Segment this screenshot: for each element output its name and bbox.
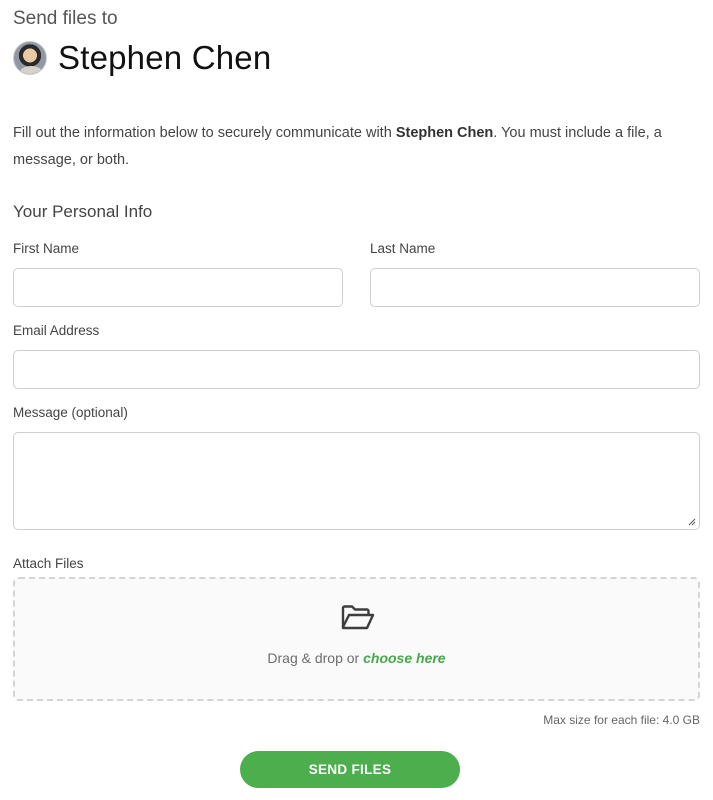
intro-text-start: Fill out the information below to secure… (13, 125, 396, 141)
folder-open-icon (341, 605, 375, 630)
email-label: Email Address (13, 323, 100, 338)
attach-files-label: Attach Files (13, 556, 84, 571)
last-name-field[interactable] (370, 268, 700, 307)
first-name-field[interactable] (13, 268, 343, 307)
first-name-label: First Name (13, 241, 80, 256)
resize-grip-icon[interactable] (688, 518, 696, 526)
choose-files-link[interactable]: choose here (363, 650, 445, 666)
message-label: Message (optional) (13, 405, 128, 420)
send-files-button[interactable]: SEND FILES (240, 751, 460, 788)
max-size-note: Max size for each file: 4.0 GB (543, 713, 700, 727)
avatar (13, 41, 47, 75)
recipient-name: Stephen Chen (58, 39, 272, 76)
last-name-label: Last Name (370, 241, 436, 256)
drop-instruction: Drag & drop or (267, 650, 364, 666)
intro-text: Fill out the information below to secure… (13, 120, 693, 174)
drop-zone-text: Drag & drop or choose here (15, 650, 698, 666)
section-title: Your Personal Info (13, 202, 153, 221)
intro-recipient-name: Stephen Chen (395, 125, 494, 141)
file-drop-zone[interactable]: Drag & drop or choose here (13, 577, 700, 701)
email-field[interactable] (13, 350, 700, 389)
recipient-header: Stephen Chen (13, 39, 272, 76)
message-field[interactable] (13, 432, 700, 530)
send-to-label: Send files to (13, 8, 118, 29)
